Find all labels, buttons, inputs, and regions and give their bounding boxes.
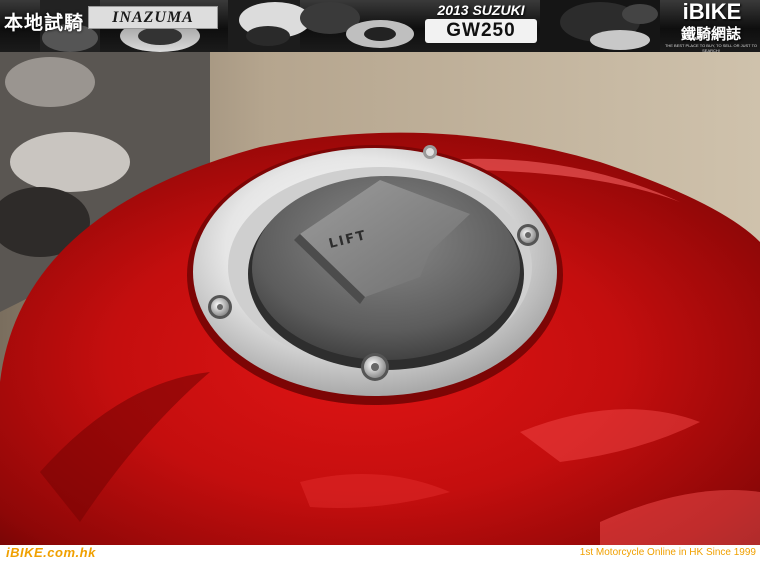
screw-icon: [423, 145, 437, 159]
fuel-tank-photo: LIFT: [0, 52, 760, 545]
ibike-logo[interactable]: iBIKE: [670, 1, 754, 23]
ibike-tagline: THE BEST PLACE TO BUY, TO SELL OR JUST T…: [664, 43, 758, 52]
section-title: 本地試騎: [4, 12, 85, 34]
fuel-tank-image: LIFT: [0, 52, 760, 545]
screw-icon: [517, 224, 539, 246]
footer-bar: iBIKE.com.hk 1st Motorcycle Online in HK…: [0, 545, 760, 561]
ibike-chinese-name: 鐵騎網誌: [680, 25, 741, 43]
model-badge: GW250: [425, 19, 537, 43]
screw-icon: [361, 353, 389, 381]
year-make-label: 2013 SUZUKI: [437, 2, 525, 18]
photo-page: 本地試騎 INAZUMA 2013 SUZUKI GW250 iBIKE 鐵騎網…: [0, 0, 760, 561]
model-logo: INAZUMA: [88, 6, 218, 29]
screw-icon: [208, 295, 232, 319]
footer-tagline: 1st Motorcycle Online in HK Since 1999: [579, 547, 756, 558]
header-banner: 本地試騎 INAZUMA 2013 SUZUKI GW250 iBIKE 鐵騎網…: [0, 0, 760, 52]
site-url-link[interactable]: iBIKE.com.hk: [6, 545, 96, 561]
